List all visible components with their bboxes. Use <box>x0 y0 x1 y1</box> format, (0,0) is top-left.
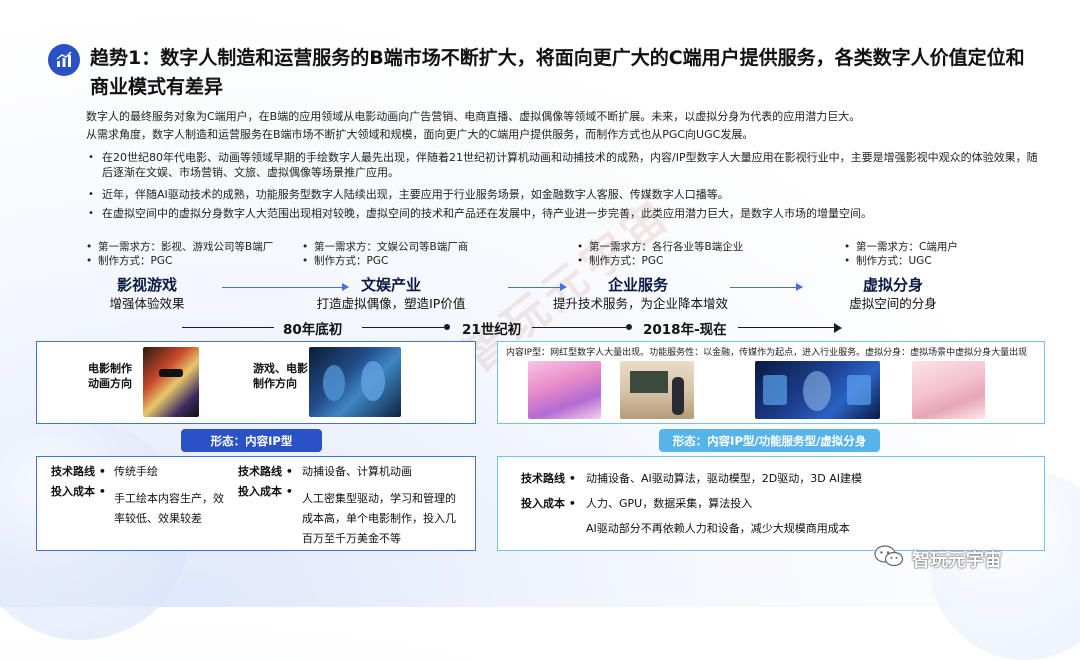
stage-meta-3: 第一需求方：各行各业等B端企业 制作方式：PGC <box>575 240 743 268</box>
tech-route-value: 动捕设备、AI驱动算法，驱动模型，2D驱动，3D AI建模 <box>586 472 862 485</box>
stage-meta-2: 第一需求方：文娱公司等B端厂商 制作方式：PGC <box>300 240 468 268</box>
virtual-idol-image <box>528 361 601 419</box>
tech-route-label: 技术路线 • <box>238 465 293 478</box>
brand-logo-text: 智玩元宇宙 <box>912 550 1002 571</box>
trend-chart-icon <box>48 44 80 76</box>
timeline-dot <box>444 324 450 330</box>
intro-bullet: • 在20世纪80年代电影、动画等领域早期的手绘数字人最先出现，伴随着21世纪初计… <box>88 151 1038 179</box>
virtual-space-image <box>912 361 985 419</box>
stage-arrow <box>508 283 567 291</box>
page-title: 趋势1：数字人制造和运营服务的B端市场不断扩大，将面向更广大的C端用户提供服务，… <box>90 47 1025 98</box>
stage-arrow <box>222 283 349 291</box>
intro-line-1: 数字人的最终服务对象为C端用户，在B端的应用领域从电影动画向广告营销、电商直播、… <box>86 110 861 123</box>
stage-card-enterprise: 企业服务 提升技术服务，为企业降本增效 <box>553 276 729 311</box>
stage-meta-1: 第一需求方：影视、游戏公司等B端厂 制作方式：PGC <box>84 240 273 268</box>
timeline-label-80s: 80年底初 <box>283 322 343 338</box>
cost-label: 投入成本 • <box>521 497 576 510</box>
tech-route-label: 技术路线 • <box>51 465 106 478</box>
timeline-arrow <box>834 323 842 333</box>
tech-route-value: 传统手绘 <box>114 465 158 478</box>
avatar-film-image <box>309 347 401 417</box>
timeline-label-2018: 2018年-现在 <box>643 322 727 338</box>
film-animation-label: 电影制作 动画方向 <box>88 362 132 390</box>
form-pill-content-ip: 形态：内容IP型 <box>181 429 322 452</box>
game-film-label: 游戏、电影 制作方向 <box>253 362 308 390</box>
stage-arrow <box>730 283 803 291</box>
intro-bullet: • 在虚拟空间中的虚拟分身数字人大范围出现相对较晚，虚拟空间的技术和产品还在发展中… <box>88 207 872 220</box>
timeline-line <box>738 327 834 328</box>
timeline-line <box>362 327 444 328</box>
timeline-dot <box>626 324 632 330</box>
stage-meta-4: 第一需求方：C端用户 制作方式：UGC <box>842 240 958 268</box>
cost-label: 投入成本 • <box>238 485 293 498</box>
wechat-icon <box>874 544 904 568</box>
right-panel-caption: 内容IP型：网红型数字人大量出现。功能服务性：以金融，传媒作为起点，进入行业服务… <box>506 348 1028 358</box>
intro-line-2: 从需求角度，数字人制造和运营服务在B端市场不断扩大领域和规模，面向更广大的C端用… <box>86 128 754 141</box>
tech-route-value: 动捕设备、计算机动画 <box>302 465 412 478</box>
cost-label: 投入成本 • <box>51 485 106 498</box>
cost-value: 人力、GPU，数据采集，算法投入 <box>586 497 753 510</box>
stage-card-virtual-avatar: 虚拟分身 虚拟空间的分身 <box>849 276 937 311</box>
film-character-image <box>143 347 199 417</box>
cost-value: 手工绘本内容生产，效率较低、效果较差 <box>114 492 224 525</box>
ai-drive-note: AI驱动部分不再依赖人力和设备，减少大规模商用成本 <box>586 522 850 535</box>
service-presenter-image <box>620 361 694 419</box>
cost-value: 人工密集型驱动，学习和管理的成本高，单个电影制作，投入几百万至千万美金不等 <box>302 492 456 545</box>
intro-bullet: • 近年，伴随AI驱动技术的成熟，功能服务型数字人陆续出现，主要应用于行业服务场景… <box>88 188 729 201</box>
stage-card-film-game: 影视游戏 增强体验效果 <box>109 276 185 311</box>
form-pill-multi: 形态：内容IP型/功能服务型/虚拟分身 <box>659 429 880 452</box>
digital-service-screen-image <box>755 361 880 419</box>
timeline-line <box>532 327 626 328</box>
stage-card-entertainment: 文娱产业 打造虚拟偶像，塑造IP价值 <box>316 276 466 311</box>
timeline-line <box>182 327 274 328</box>
tech-route-label: 技术路线 • <box>521 472 576 485</box>
timeline-label-21st: 21世纪初 <box>462 322 522 338</box>
